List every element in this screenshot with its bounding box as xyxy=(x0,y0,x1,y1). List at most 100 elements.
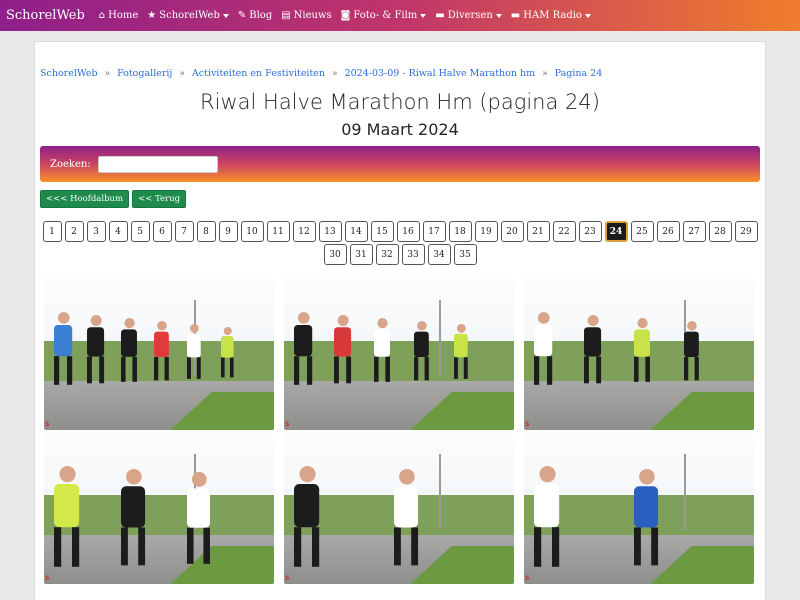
page-button-current[interactable]: 24 xyxy=(604,221,628,242)
main-album-button[interactable]: <<< Hoofdalbum xyxy=(40,190,130,208)
runner-legs xyxy=(414,357,429,381)
caret-down-icon xyxy=(420,13,427,18)
runner-shirt xyxy=(120,486,145,528)
nav-item-nieuws[interactable]: ▤ Nieuws xyxy=(281,10,331,21)
photo-runner xyxy=(87,315,105,384)
breadcrumb-link[interactable]: Pagina 24 xyxy=(555,68,603,79)
photo-runner xyxy=(374,318,390,382)
page-button[interactable]: 15 xyxy=(370,221,394,242)
page-button[interactable]: 32 xyxy=(375,244,399,265)
back-button[interactable]: << Terug xyxy=(132,190,187,208)
page-button[interactable]: 20 xyxy=(500,221,524,242)
photo-lamp-post xyxy=(439,453,441,531)
page-button[interactable]: 19 xyxy=(474,221,498,242)
page-button[interactable]: 16 xyxy=(396,221,420,242)
page-button[interactable]: 4 xyxy=(108,221,128,242)
runner-head xyxy=(123,318,134,329)
photo-runner xyxy=(534,312,553,385)
photo-runner xyxy=(294,312,313,385)
page-button[interactable]: 23 xyxy=(578,221,602,242)
gallery-photo[interactable]: S xyxy=(44,277,274,430)
page-button[interactable]: 13 xyxy=(318,221,342,242)
watermark-logo: S xyxy=(45,575,50,582)
breadcrumb-link[interactable]: Fotogallerij xyxy=(117,68,172,79)
runner-head xyxy=(686,321,697,331)
folder-icon: ▬ xyxy=(435,10,445,21)
runner-legs xyxy=(120,527,145,566)
page-button[interactable]: 11 xyxy=(266,221,290,242)
page-button[interactable]: 27 xyxy=(682,221,706,242)
page-button[interactable]: 34 xyxy=(427,244,451,265)
search-input[interactable] xyxy=(97,155,218,173)
photo-runner xyxy=(684,321,699,381)
home-icon: ⌂ xyxy=(98,10,106,21)
page-button[interactable]: 30 xyxy=(323,244,347,265)
page-button[interactable]: 29 xyxy=(734,221,758,242)
runner-head xyxy=(189,324,199,333)
page-button[interactable]: 28 xyxy=(708,221,732,242)
nav-item-ham-radio[interactable]: ▬ HAM Radio xyxy=(511,10,591,21)
page-button[interactable]: 5 xyxy=(130,221,150,242)
runner-legs xyxy=(294,356,313,385)
runner-head xyxy=(456,324,466,333)
page-button[interactable]: 14 xyxy=(344,221,368,242)
page-button[interactable]: 12 xyxy=(292,221,316,242)
photo-runner xyxy=(584,315,602,384)
breadcrumb-link[interactable]: SchorelWeb xyxy=(40,68,98,79)
breadcrumb-link[interactable]: Activiteiten en Festiviteiten xyxy=(192,68,325,79)
runner-shirt xyxy=(87,327,105,357)
runner-head xyxy=(57,312,69,324)
page-button[interactable]: 22 xyxy=(552,221,576,242)
page-button[interactable]: 7 xyxy=(174,221,194,242)
page-button[interactable]: 18 xyxy=(448,221,472,242)
runner-shirt xyxy=(187,333,202,358)
page-button[interactable]: 10 xyxy=(240,221,264,242)
runner-shirt xyxy=(454,333,468,358)
gallery-photo[interactable]: S xyxy=(44,431,274,584)
nav-item-diversen[interactable]: ▬ Diversen xyxy=(435,10,502,21)
nav-item-schorelweb[interactable]: ★ SchorelWeb xyxy=(147,10,229,21)
page-button[interactable]: 21 xyxy=(526,221,550,242)
page-button[interactable]: 35 xyxy=(453,244,477,265)
folder-icon: ▬ xyxy=(510,10,521,21)
photo-runner xyxy=(120,318,137,382)
breadcrumb-link[interactable]: 2024-03-09 - Riwal Halve Marathon hm xyxy=(345,68,536,79)
gallery-photo[interactable]: S xyxy=(524,431,754,584)
photo-runner xyxy=(334,315,352,384)
page-button[interactable]: 3 xyxy=(86,221,106,242)
page-button[interactable]: 31 xyxy=(349,244,373,265)
page-button[interactable]: 9 xyxy=(218,221,238,242)
runner-head xyxy=(538,466,555,483)
breadcrumb-separator: » xyxy=(104,68,111,79)
nav-item-foto-film[interactable]: ◙ Foto- & Film xyxy=(341,10,427,21)
runner-legs xyxy=(584,356,602,384)
page-button[interactable]: 6 xyxy=(152,221,172,242)
runner-shirt xyxy=(294,484,320,528)
nav-item-label: SchorelWeb xyxy=(159,10,220,21)
page-button[interactable]: 25 xyxy=(630,221,654,242)
gallery-photo[interactable]: S xyxy=(524,277,754,430)
runner-legs xyxy=(154,357,169,381)
nav-item-blog[interactable]: ✎ Blog xyxy=(238,10,272,21)
runner-shirt xyxy=(220,336,234,358)
page-button[interactable]: 2 xyxy=(64,221,84,242)
runner-legs xyxy=(454,357,468,379)
runner-legs xyxy=(394,527,419,566)
gallery-photo[interactable]: S xyxy=(284,431,514,584)
photo-runner xyxy=(394,469,419,566)
runner-head xyxy=(337,315,349,326)
runner-head xyxy=(191,472,207,487)
nav-item-home[interactable]: ⌂ Home xyxy=(99,10,139,21)
gallery-photo[interactable]: S xyxy=(284,277,514,430)
breadcrumb: SchorelWeb » Fotogallerij » Activiteiten en … xyxy=(40,68,602,79)
brand-link[interactable]: SchorelWeb xyxy=(6,8,85,23)
page-button[interactable]: 8 xyxy=(196,221,216,242)
page-button[interactable]: 33 xyxy=(401,244,425,265)
page-button[interactable]: 1 xyxy=(42,221,62,242)
page-button[interactable]: 17 xyxy=(422,221,446,242)
breadcrumb-separator: » xyxy=(542,68,548,79)
photo-runner xyxy=(54,466,80,567)
page-button[interactable]: 26 xyxy=(656,221,680,242)
photo-runner xyxy=(634,318,650,382)
runner-head xyxy=(376,318,388,329)
